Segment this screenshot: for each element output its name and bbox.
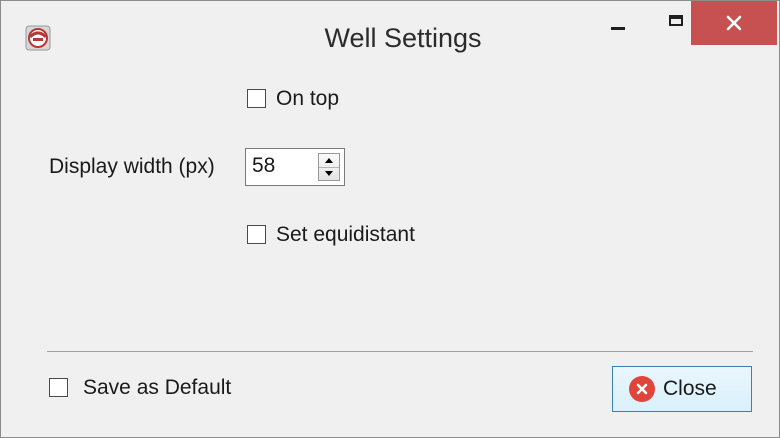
set-equidistant-checkbox[interactable] [247,225,266,244]
dialog-content: On top Display width (px) 58 Set equidis… [1,77,779,437]
save-as-default-label[interactable]: Save as Default [83,376,231,400]
set-equidistant-label[interactable]: Set equidistant [276,223,415,247]
arrow-up-icon [325,158,333,163]
display-width-input[interactable]: 58 [252,154,275,178]
window-title: Well Settings [324,23,482,53]
close-button-label: Close [663,377,717,400]
close-window-button[interactable] [691,1,777,45]
close-circle-icon [629,376,655,402]
close-icon [726,15,742,31]
minimize-button[interactable] [589,1,647,45]
footer-divider [47,351,753,352]
display-width-spinner[interactable]: 58 [245,148,345,186]
arrow-down-icon [325,171,333,176]
save-as-default-checkbox[interactable] [49,378,68,397]
spinner-buttons [318,153,340,181]
app-logo-icon [25,25,51,51]
spinner-down-button[interactable] [319,167,339,180]
minimize-icon [611,26,625,30]
on-top-label[interactable]: On top [276,87,339,111]
title-bar[interactable]: Well Settings [1,1,779,77]
close-button[interactable]: Close [612,366,752,412]
display-width-label: Display width (px) [49,155,215,178]
spinner-up-button[interactable] [319,154,339,168]
well-settings-dialog: Well Settings On top Display width (px) … [0,0,780,438]
on-top-checkbox[interactable] [247,89,266,108]
maximize-icon [669,14,683,26]
